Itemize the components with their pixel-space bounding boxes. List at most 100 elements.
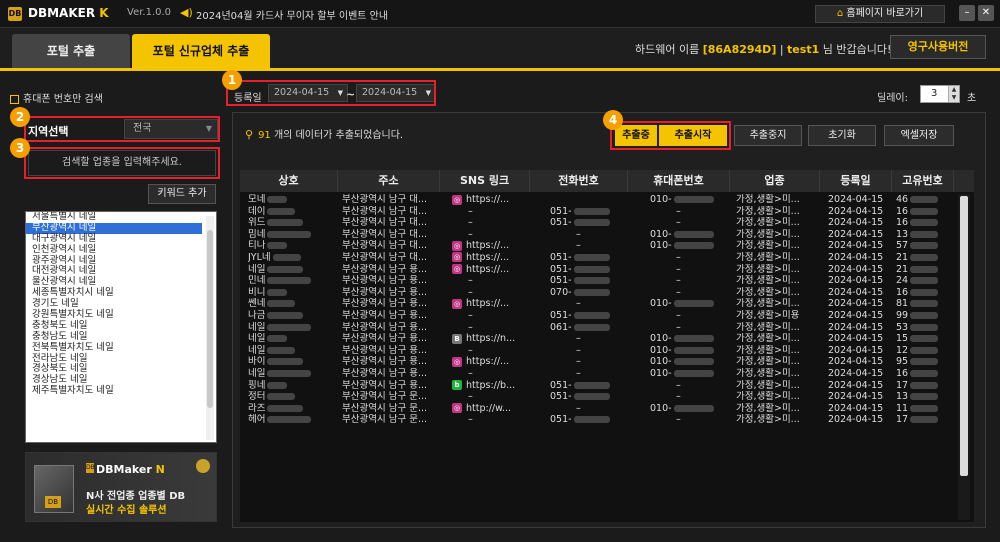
close-button[interactable]: ✕ (978, 5, 994, 21)
redacted-mask (267, 300, 296, 308)
region-list-scrollbar[interactable] (206, 216, 214, 440)
table-row[interactable]: 나금 부산광역시 남구 용... –051- – 가정,생활>미용 2024-04-15 9… (240, 310, 954, 322)
insta-icon: ◎ (452, 356, 462, 367)
insta-icon: ◎ (452, 264, 462, 275)
cell-phone: – (576, 367, 581, 379)
cell-name: 핑네 (248, 380, 338, 392)
keyword-add-button[interactable]: 키워드 추가 (148, 184, 216, 204)
cell-id: 13 (896, 391, 954, 403)
table-row[interactable]: 핑네 부산광역시 남구 용... b https://b... 051- – 가정,생활>미… (240, 380, 954, 392)
cell-date: 2024-04-15 (828, 205, 884, 217)
tab-portal-new-extract[interactable]: 포털 신규업체 추출 (132, 34, 270, 68)
table-row[interactable]: JYL네 부산광역시 남구 대... ◎ https://... 051- – 가정,생활>… (240, 252, 954, 264)
cell-phone: 051- (550, 264, 630, 276)
column-header[interactable]: 고유번호 (892, 170, 954, 192)
cell-address: 부산광역시 남구 용... (342, 333, 428, 345)
insta-icon: ◎ (452, 252, 462, 263)
cell-date: 2024-04-15 (828, 356, 884, 368)
redacted-mask (573, 416, 610, 424)
notice-link[interactable]: 2024년04월 카드사 무이자 할부 이벤트 안내 (196, 7, 388, 22)
table-body[interactable]: 모네 부산광역시 남구 대... ◎ https://... 010- 가정,생활>미..… (240, 194, 954, 426)
column-header[interactable]: 주소 (338, 170, 440, 192)
tab-portal-extract[interactable]: 포털 추출 (12, 34, 130, 68)
region-list-item[interactable]: 전북특별자치도 네일 (26, 342, 216, 354)
ad-banner[interactable]: DB DB DBMaker N N사 전업종 업종별 DB 실시간 수집 솔루션 (25, 452, 217, 522)
column-header[interactable]: 등록일 (820, 170, 892, 192)
app-version: Ver.1.0.0 (127, 7, 172, 18)
stop-button[interactable]: 추출중지 (734, 125, 802, 146)
cell-id: 11 (896, 403, 954, 415)
table-row[interactable]: 바이 부산광역시 남구 용... ◎ https://... – 010- 가정,생활>미.… (240, 356, 954, 368)
table-row[interactable]: 라즈 부산광역시 남구 문... ◎ http://w... – 010- 가정,생활>미.… (240, 403, 954, 415)
redacted-mask (267, 335, 288, 343)
redacted-mask (910, 346, 939, 354)
cell-name: 위드 (248, 217, 338, 229)
table-row[interactable]: 비니 부산광역시 남구 용... –070- – 가정,생활>미... 2024-04-1… (240, 287, 954, 299)
cell-id: 16 (896, 217, 954, 229)
cell-mobile: 010- (650, 345, 740, 357)
mobile-only-checkbox[interactable]: 휴대폰 번호만 검색 (10, 90, 103, 105)
table-row[interactable]: 위드 부산광역시 남구 대... –051- – 가정,생활>미... 2024-04-1… (240, 217, 954, 229)
table-scrollbar[interactable] (958, 194, 970, 520)
redacted-mask (573, 265, 610, 273)
table-row[interactable]: 네일 부산광역시 남구 용... – – 010- 가정,생활>미... 2024-04-1… (240, 345, 954, 357)
table-row[interactable]: 티나 부산광역시 남구 대... ◎ https://... – 010- 가정,생활>미.… (240, 240, 954, 252)
column-header[interactable]: 전화번호 (530, 170, 628, 192)
cell-mobile: 010- (650, 229, 740, 241)
redacted-mask (910, 369, 939, 377)
cell-name: 네일 (248, 345, 338, 357)
table-row[interactable]: 네일 부산광역시 남구 용... ◎ https://... 051- – 가정,생활>미.… (240, 264, 954, 276)
cell-category: 가정,생활>미... (736, 333, 800, 345)
insta-icon: ◎ (452, 240, 462, 251)
permanent-version-button[interactable]: 영구사용버전 (890, 35, 986, 59)
table-row[interactable]: 헤어 부산광역시 남구 문... –051- – 가정,생활>미... 2024-04-1… (240, 414, 954, 426)
cell-name: 바이 (248, 356, 338, 368)
table-row[interactable]: 정터 부산광역시 남구 문... –051- – 가정,생활>미... 2024-04-1… (240, 391, 954, 403)
region-list[interactable]: 서울특별시 네일 부산광역시 네일 대구광역시 네일 인천광역시 네일 광주광역시 네일… (25, 211, 217, 443)
redacted-mask (267, 323, 312, 331)
redacted-mask (910, 300, 939, 308)
column-header[interactable]: 휴대폰번호 (628, 170, 730, 192)
ad-line-2: 실시간 수집 솔루션 (86, 505, 167, 516)
redacted-mask (573, 219, 610, 227)
cell-date: 2024-04-15 (828, 379, 884, 391)
table-row[interactable]: 모네 부산광역시 남구 대... ◎ https://... 010- 가정,생활>미..… (240, 194, 954, 206)
reset-button[interactable]: 초기화 (808, 125, 876, 146)
redacted-mask (673, 196, 714, 203)
cell-sns: Bhttps://n... (452, 333, 532, 345)
cell-category: 가정,생활>미... (736, 205, 800, 217)
step-badge-2: 2 (10, 107, 30, 127)
table-row[interactable]: 네일 부산광역시 남구 용... – – 010- 가정,생활>미... 2024-04-1… (240, 368, 954, 380)
cell-name: 라즈 (248, 403, 338, 415)
cell-name: 쎈네 (248, 298, 338, 310)
table-row[interactable]: 네일 부산광역시 남구 용... Bhttps://n... – 010- 가정,생활>미… (240, 333, 954, 345)
region-list-item[interactable]: 인천광역시 네일 (26, 244, 216, 256)
homepage-button[interactable]: ⌂ 홈페이지 바로가기 (815, 5, 945, 23)
table-row[interactable]: 네일 부산광역시 남구 용... –061- – 가정,생활>미... 2024-04-1… (240, 322, 954, 334)
cell-phone: 051- (550, 414, 630, 426)
redacted-mask (267, 207, 296, 215)
table-row[interactable]: 민네 부산광역시 남구 용... –051- – 가정,생활>미... 2024-04-1… (240, 275, 954, 287)
region-list-item[interactable]: 제주특별자치도 네일 (26, 385, 216, 397)
table-row[interactable]: 쎈네 부산광역시 남구 용... ◎ https://... – 010- 가정,생활>미.… (240, 298, 954, 310)
cell-date: 2024-04-15 (828, 263, 884, 275)
redacted-mask (573, 323, 610, 331)
checkbox-icon[interactable] (10, 94, 19, 104)
cell-address: 부산광역시 남구 문... (342, 391, 428, 403)
minimize-button[interactable]: – (959, 5, 975, 21)
table-row[interactable]: 데이 부산광역시 남구 대... –051- – 가정,생활>미... 2024-04-1… (240, 206, 954, 218)
redacted-mask (573, 311, 610, 319)
cell-phone: – (576, 298, 581, 310)
column-header[interactable]: SNS 링크 (440, 170, 530, 192)
redacted-mask (267, 369, 312, 377)
cell-phone: 051- (550, 217, 630, 229)
cell-address: 부산광역시 남구 문... (342, 414, 428, 426)
results-table[interactable]: 상호 주소 SNS 링크 전화번호 휴대폰번호 업종 등록일 고유번호 모네 부산광역시 남구 … (240, 170, 974, 522)
redacted-mask (673, 242, 714, 250)
delay-unit: 초 (967, 93, 977, 104)
excel-save-button[interactable]: 엑셀저장 (884, 125, 954, 146)
delay-spinner[interactable]: ▲ ▼ (948, 86, 959, 102)
table-row[interactable]: 밈네 부산광역시 남구 대... – – 010- 가정,생활>미... 2024-04-1… (240, 229, 954, 241)
column-header[interactable]: 상호 (240, 170, 338, 192)
column-header[interactable]: 업종 (730, 170, 820, 192)
